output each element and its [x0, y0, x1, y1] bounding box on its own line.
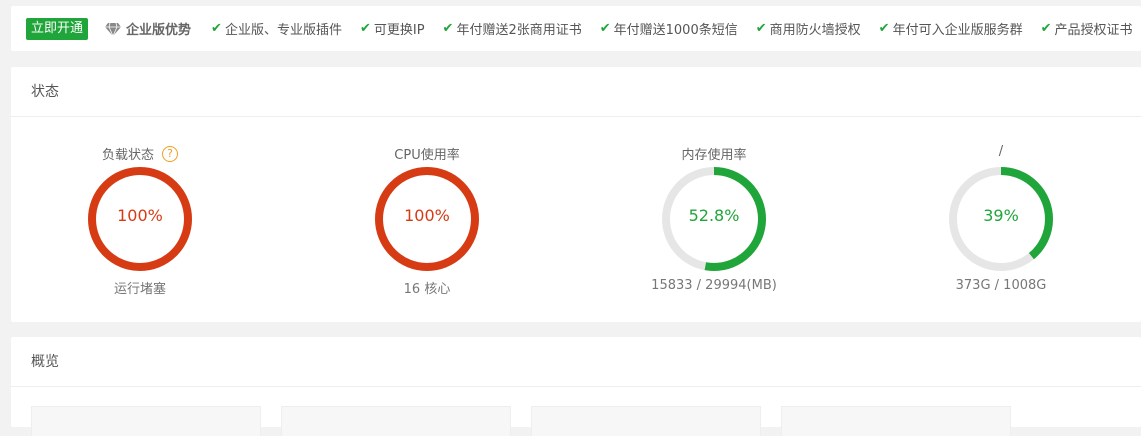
- overview-panel: 概览: [11, 337, 1141, 436]
- check-icon: ✔: [878, 21, 890, 36]
- feature-label: 年付赠送2张商用证书: [456, 23, 582, 38]
- diamond-icon: [105, 22, 122, 36]
- advantage-title-label: 企业版优势: [126, 23, 192, 38]
- enterprise-advantage-title: 企业版优势: [105, 19, 191, 38]
- gauge-value: 39%: [983, 206, 1019, 225]
- gauge-title: 内存使用率: [681, 148, 747, 163]
- feature-item: ✔ 企业版、专业版插件: [211, 19, 342, 38]
- feature-item: ✔ 产品授权证书: [1041, 19, 1133, 38]
- feature-label: 可更换IP: [373, 23, 425, 38]
- activate-button[interactable]: 立即开通: [26, 17, 89, 40]
- feature-label: 产品授权证书: [1054, 23, 1133, 38]
- help-icon[interactable]: ?: [162, 145, 178, 162]
- feature-item: ✔ 年付可入企业版服务群: [879, 19, 1023, 38]
- feature-item: ✔ 商用防火墙授权: [756, 19, 861, 38]
- gauge-value: 100%: [117, 206, 163, 225]
- feature-label: 年付赠送1000条短信: [613, 23, 738, 38]
- check-icon: ✔: [359, 21, 371, 36]
- overview-card[interactable]: [531, 406, 761, 436]
- feature-item: ✔ 可更换IP: [360, 19, 425, 38]
- enterprise-banner: 立即开通 企业版优势 ✔ 企业版、专业版插件 ✔ 可更换IP ✔ 年付赠送2张商用证书…: [11, 6, 1141, 51]
- status-panel: 状态 负载状态 ? 100% 运行堵塞 CPU使用率 100% 16 核心 内存…: [11, 67, 1141, 322]
- check-icon: ✔: [1040, 21, 1052, 36]
- feature-label: 商用防火墙授权: [769, 23, 861, 38]
- overview-card[interactable]: [31, 406, 261, 436]
- gauge-title: 负载状态: [101, 148, 154, 163]
- status-panel-title: 状态: [11, 67, 1141, 117]
- gauge-title: CPU使用率: [394, 148, 460, 163]
- check-icon: ✔: [211, 21, 222, 36]
- feature-label: 年付可入企业版服务群: [892, 23, 1023, 38]
- feature-label: 企业版、专业版插件: [224, 23, 342, 38]
- gauge-value: 100%: [404, 206, 450, 225]
- feature-item: ✔ 年付赠送1000条短信: [600, 19, 738, 38]
- gauge-sub: 15833 / 29994(MB): [651, 278, 777, 293]
- gauge-title: /: [998, 144, 1004, 159]
- check-icon: ✔: [599, 21, 611, 36]
- status-gauges: 负载状态 ? 100% 运行堵塞 CPU使用率 100% 16 核心 内存使用率…: [11, 117, 1141, 322]
- gauge-sub: 运行堵塞: [113, 282, 166, 297]
- gauge-sub: 16 核心: [403, 282, 451, 297]
- overview-cards: [11, 387, 1141, 436]
- check-icon: ✔: [442, 21, 454, 36]
- gauge-sub: 373G / 1008G: [955, 278, 1047, 293]
- check-icon: ✔: [755, 21, 767, 36]
- overview-card[interactable]: [781, 406, 1011, 436]
- overview-card[interactable]: [281, 406, 511, 436]
- overview-panel-title: 概览: [11, 337, 1141, 387]
- feature-item: ✔ 年付赠送2张商用证书: [443, 19, 582, 38]
- gauge-value: 52.8%: [688, 206, 740, 225]
